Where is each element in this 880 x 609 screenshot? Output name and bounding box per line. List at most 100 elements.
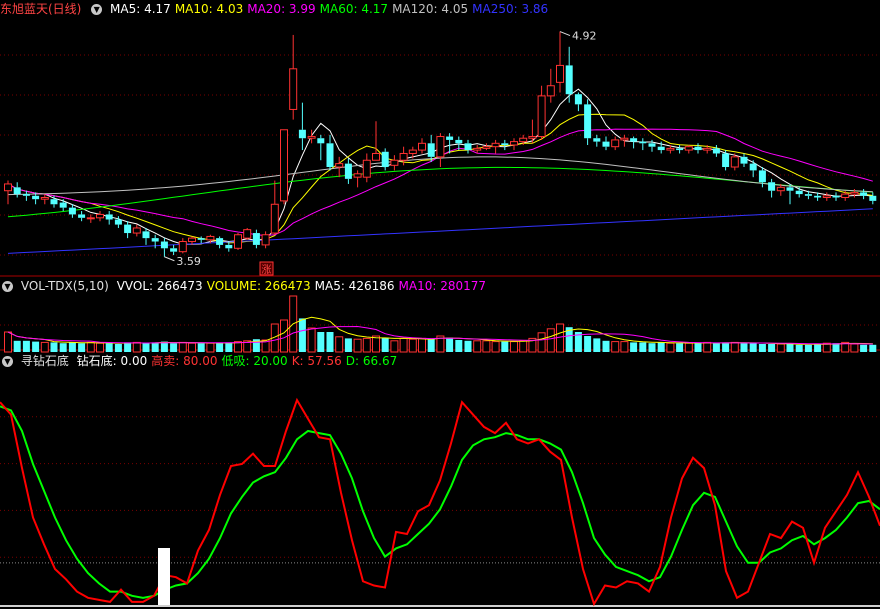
indicator-legend: ▼ 寻钻石底 钻石底: 0.00 高卖: 80.00 低吸: 20.00 K: 57.… — [0, 352, 405, 370]
volume-bar-up — [188, 342, 196, 353]
candle-body-down — [832, 195, 840, 198]
volume-bar-up — [473, 340, 482, 353]
candle-body-down — [317, 138, 325, 144]
volume-bar-up — [408, 338, 417, 353]
volume-bar-up — [730, 341, 739, 353]
chevron-down-icon[interactable]: ▼ — [2, 356, 13, 367]
candle-body-up — [335, 163, 344, 168]
volume-bar-up — [703, 341, 712, 353]
stock-chart[interactable]: 4.92 3.59 涨 — [0, 0, 880, 609]
candle-body-down — [50, 199, 58, 205]
candle-body-down — [740, 156, 748, 164]
candle-body-up — [307, 136, 316, 139]
candle-body-up — [206, 235, 215, 241]
volume-bar-down — [749, 343, 757, 352]
candle-body-down — [124, 224, 132, 234]
diamond-bottom-signal — [158, 548, 170, 605]
volume-bar-down — [740, 343, 748, 352]
candle-body-up — [270, 203, 279, 234]
vol-legend-item: VOLUME: 266473 — [206, 279, 311, 293]
low-price-label: 3.59 — [176, 255, 201, 268]
candle-body-up — [491, 142, 500, 148]
volume-bar-up — [4, 331, 12, 353]
volume-bar-down — [427, 339, 435, 352]
candle-body-down — [694, 146, 702, 151]
candle-body-up — [289, 68, 298, 110]
candle-body-down — [105, 214, 113, 220]
candle-body-up — [556, 64, 564, 83]
candle-body-up — [178, 241, 187, 253]
volume-bar-down — [114, 344, 122, 352]
candle-body-up — [730, 156, 739, 168]
candle-body-down — [298, 129, 306, 139]
volume-bar-up — [40, 341, 49, 353]
volume-bar-up — [776, 343, 785, 353]
candle-body-down — [455, 139, 463, 144]
volume-bars — [4, 295, 877, 353]
ind-legend-item: 低吸: 20.00 — [221, 354, 288, 368]
candle-body-up — [850, 191, 859, 195]
candle-body-down — [381, 151, 389, 168]
candle-body-up — [841, 193, 850, 198]
candle-body-down — [22, 194, 30, 196]
volume-bar-down — [381, 337, 389, 352]
volume-bar-down — [786, 344, 794, 352]
candle-body-down — [114, 219, 122, 225]
high-price-label: 4.92 — [572, 30, 597, 43]
volume-bar-up — [491, 341, 500, 353]
main-legend-item: MA120: 4.05 — [392, 2, 469, 16]
candle-body-up — [528, 136, 537, 139]
candle-body-up — [188, 237, 196, 243]
candle-body-down — [749, 163, 757, 171]
volume-bar-down — [105, 343, 113, 352]
candle-body-down — [252, 233, 260, 245]
candle-body-up — [261, 234, 270, 246]
candle-body-up — [399, 152, 408, 161]
candle-body-up — [703, 147, 712, 151]
candle-body-up — [418, 142, 426, 151]
volume-bar-down — [317, 332, 325, 352]
candle-body-down — [758, 170, 766, 183]
volume-bar-up — [96, 342, 104, 353]
d-line — [0, 405, 880, 599]
volume-bar-up — [620, 341, 629, 353]
limit-up-label: 涨 — [262, 264, 272, 276]
volume-bar-up — [519, 340, 528, 353]
volume-bar-up — [178, 341, 187, 353]
candle-body-up — [372, 152, 380, 161]
chevron-down-icon[interactable]: ▼ — [2, 281, 13, 292]
volume-bar-down — [455, 340, 463, 352]
volume-bar-down — [795, 344, 803, 352]
volume-bar-up — [684, 342, 693, 353]
volume-bar-down — [639, 342, 647, 352]
candle-body-up — [473, 147, 482, 151]
candle-body-down — [344, 163, 352, 179]
volume-legend: ▼ VOL-TDX(5,10) VVOL: 266473 VOLUME: 2664… — [0, 277, 494, 295]
volume-bar-down — [804, 344, 812, 352]
candle-body-down — [197, 238, 205, 240]
volume-bar-down — [225, 342, 233, 352]
volume-bar-down — [326, 332, 334, 352]
candle-body-up — [537, 95, 546, 138]
main-legend: 东旭蓝天(日线) ▼ MA5: 4.17 MA10: 4.03 MA20: 3.99… — [0, 0, 556, 18]
volume-bar-down — [32, 341, 40, 352]
candle-body-up — [519, 137, 528, 143]
candle-body-down — [216, 238, 224, 245]
candle-body-up — [776, 186, 785, 192]
candle-body-down — [151, 238, 159, 242]
main-legend-item: MA5: 4.17 — [110, 2, 171, 16]
volume-bar-down — [657, 342, 665, 352]
candle-body-down — [160, 241, 168, 249]
volume-bar-up — [307, 327, 316, 353]
volume-bar-down — [59, 343, 67, 352]
volume-bar-down — [22, 340, 30, 352]
chevron-down-icon[interactable]: ▼ — [91, 4, 103, 15]
candle-body-down — [786, 187, 794, 191]
main-legend-item: MA60: 4.17 — [319, 2, 389, 16]
ind-legend-item: K: 57.56 — [291, 354, 342, 368]
ind-legend-item: 高卖: 80.00 — [151, 354, 218, 368]
candle-body-down — [630, 138, 638, 142]
candle-body-down — [78, 214, 86, 218]
volume-bar-down — [13, 340, 21, 352]
candle-body-up — [132, 227, 141, 234]
